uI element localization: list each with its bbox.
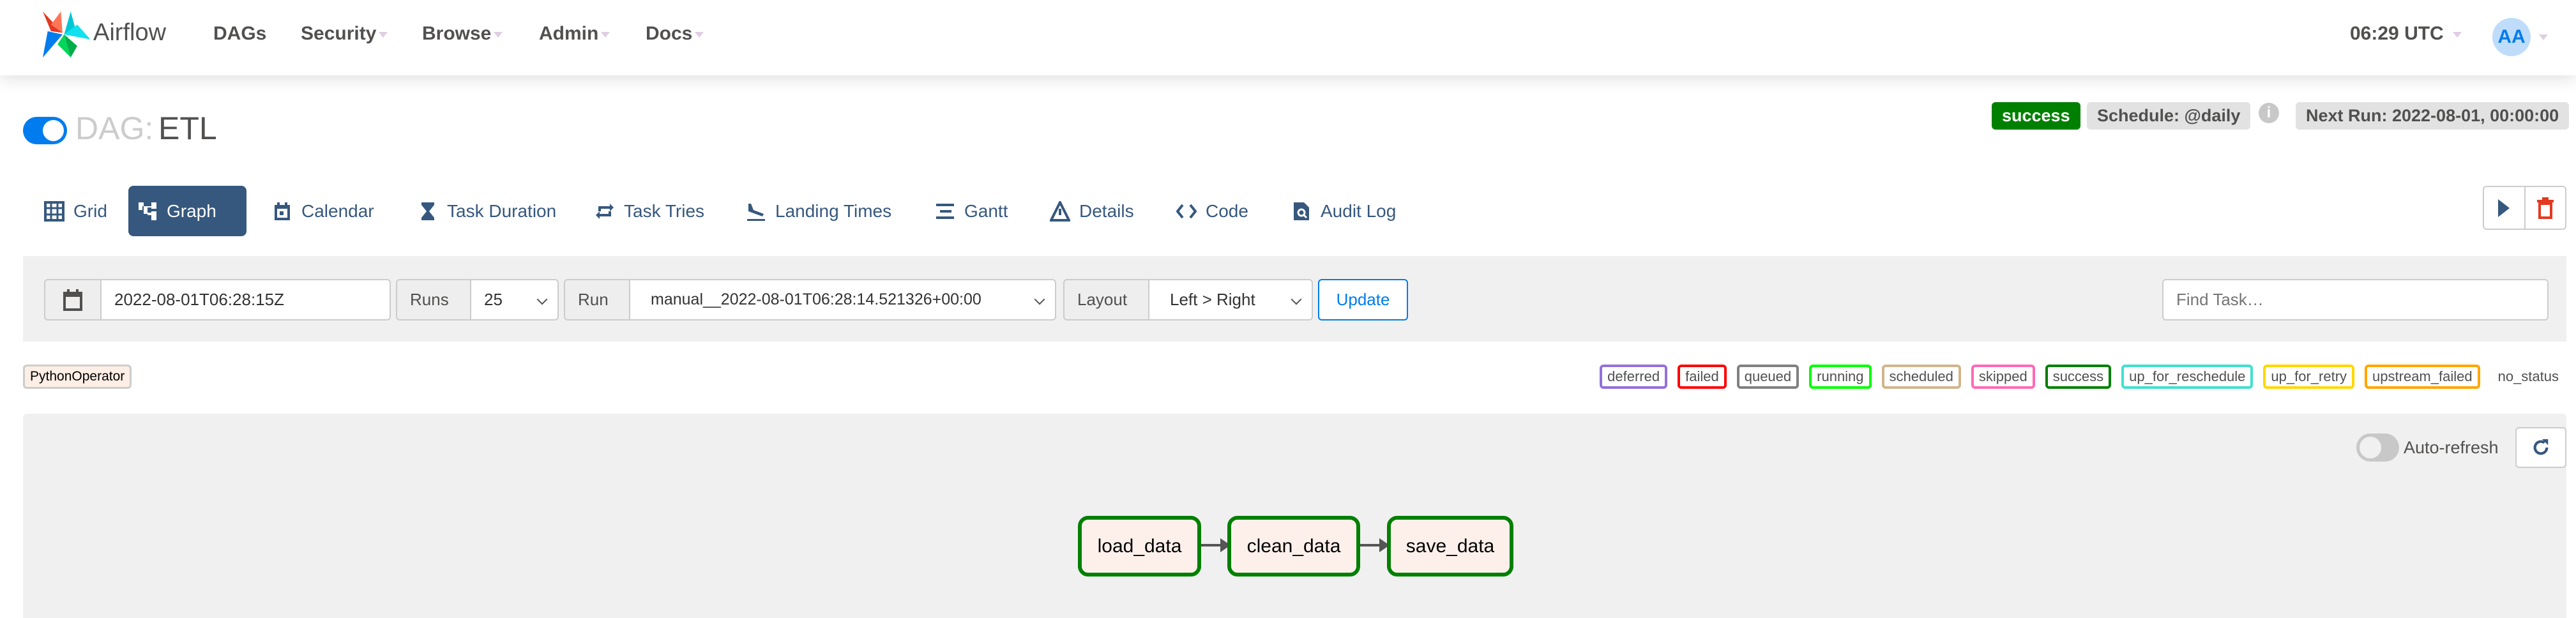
next-run-badge: Next Run: 2022-08-01, 00:00:00 <box>2296 102 2570 130</box>
tab-label: Task Tries <box>624 200 705 221</box>
nav-admin[interactable]: Admin <box>539 23 610 45</box>
trigger-dag-button[interactable] <box>2484 187 2526 229</box>
state-legend: deferred failed queued running scheduled… <box>1600 365 2566 389</box>
tab-label: Graph <box>167 200 216 221</box>
grid-icon <box>44 200 64 222</box>
tab-label: Code <box>1206 200 1248 221</box>
delete-dag-button[interactable] <box>2526 187 2566 229</box>
dag-actions <box>2483 186 2566 230</box>
nav-security-label: Security <box>301 23 377 44</box>
gantt-icon <box>936 203 954 219</box>
tab-task-duration[interactable]: Task Duration <box>409 186 565 236</box>
tab-label: Landing Times <box>775 200 892 221</box>
nav-dags[interactable]: DAGs <box>213 23 266 45</box>
graph-filter-bar: 2022-08-01T06:28:15Z Runs 25 Run manual_… <box>23 256 2566 342</box>
nav-security[interactable]: Security <box>301 23 388 45</box>
dag-title: ETL <box>158 110 217 146</box>
warning-triangle-icon <box>1050 200 1070 222</box>
tab-label: Task Duration <box>447 200 557 221</box>
trash-icon <box>2536 197 2554 219</box>
task-node-save-data[interactable]: save_data <box>1387 516 1513 577</box>
layout-label: Layout <box>1063 279 1149 320</box>
current-time: 06:29 UTC <box>2350 23 2444 44</box>
brand-name[interactable]: Airflow <box>93 19 166 47</box>
auto-refresh-label: Auto-refresh <box>2404 438 2499 457</box>
runs-select[interactable]: 25 <box>470 279 559 320</box>
caret-down-icon <box>695 31 704 38</box>
tab-code[interactable]: Code <box>1167 186 1257 236</box>
hourglass-icon <box>421 202 434 220</box>
nav-browse[interactable]: Browse <box>422 23 503 45</box>
graph-icon <box>139 202 156 220</box>
dag-title-prefix: DAG: <box>75 110 154 146</box>
find-task-input[interactable] <box>2162 279 2549 320</box>
state-up-for-reschedule: up_for_reschedule <box>2121 365 2254 389</box>
tab-label: Details <box>1079 200 1134 221</box>
file-search-icon <box>1294 202 1309 220</box>
info-icon[interactable]: i <box>2259 103 2279 123</box>
tab-details[interactable]: Details <box>1041 186 1143 236</box>
auto-refresh-toggle[interactable] <box>2356 433 2399 462</box>
tab-gantt[interactable]: Gantt <box>926 186 1017 236</box>
play-icon <box>2498 199 2510 217</box>
state-queued: queued <box>1736 365 1799 389</box>
state-deferred: deferred <box>1600 365 1668 389</box>
task-node-clean-data[interactable]: clean_data <box>1227 516 1360 577</box>
caret-down-icon <box>2452 31 2462 38</box>
state-scheduled: scheduled <box>1881 365 1961 389</box>
operator-legend-pythonoperator: PythonOperator <box>23 365 132 389</box>
schedule-badge: Schedule: @daily <box>2087 102 2251 130</box>
task-node-load-data[interactable]: load_data <box>1078 516 1201 577</box>
state-upstream-failed: upstream_failed <box>2365 365 2480 389</box>
calendar-icon <box>63 289 82 311</box>
update-button[interactable]: Update <box>1318 279 1408 320</box>
plane-landing-icon <box>747 203 765 221</box>
runs-label: Runs <box>396 279 471 320</box>
time-dropdown[interactable]: 06:29 UTC <box>2350 23 2462 45</box>
state-running: running <box>1809 365 1872 389</box>
airflow-logo-icon[interactable] <box>41 11 91 57</box>
tab-label: Grid <box>73 200 107 221</box>
caret-down-icon <box>379 31 388 38</box>
caret-down-icon[interactable] <box>2539 34 2548 40</box>
state-skipped: skipped <box>1971 365 2035 389</box>
base-date-input[interactable]: 2022-08-01T06:28:15Z <box>100 279 391 320</box>
tab-audit-log[interactable]: Audit Log <box>1282 186 1405 236</box>
tab-calendar[interactable]: Calendar <box>263 186 383 236</box>
code-icon <box>1176 204 1197 218</box>
caret-down-icon <box>601 31 610 38</box>
nav-admin-label: Admin <box>539 23 599 44</box>
dag-status-badge: success <box>1992 102 2080 130</box>
layout-select[interactable]: Left > Right <box>1148 279 1313 320</box>
caret-down-icon <box>494 31 503 38</box>
tab-graph[interactable]: Graph <box>128 186 246 236</box>
calendar-icon <box>275 202 290 220</box>
tab-grid[interactable]: Grid <box>35 186 116 236</box>
nav-browse-label: Browse <box>422 23 492 44</box>
tab-label: Gantt <box>964 200 1008 221</box>
graph-canvas[interactable]: Auto-refresh load_data clean_data save_d… <box>23 414 2566 618</box>
state-success: success <box>2045 365 2112 389</box>
refresh-button[interactable] <box>2515 427 2566 468</box>
nav-docs-label: Docs <box>646 23 693 44</box>
refresh-icon <box>2533 439 2549 455</box>
tab-task-tries[interactable]: Task Tries <box>586 186 713 236</box>
dag-pause-toggle[interactable] <box>23 117 67 144</box>
run-label: Run <box>564 279 630 320</box>
state-up-for-retry: up_for_retry <box>2263 365 2355 389</box>
tab-label: Audit Log <box>1321 200 1397 221</box>
repeat-icon <box>596 203 614 219</box>
nav-docs[interactable]: Docs <box>646 23 704 45</box>
base-date-picker-button[interactable] <box>44 279 102 320</box>
tab-landing-times[interactable]: Landing Times <box>737 186 900 236</box>
edge-arrow <box>1360 538 1390 552</box>
avatar[interactable]: AA <box>2492 18 2531 56</box>
top-navbar: Airflow DAGs Security Browse Admin Docs … <box>0 0 2576 75</box>
edge-arrow <box>1201 538 1231 552</box>
state-failed: failed <box>1678 365 1727 389</box>
run-select[interactable]: manual__2022-08-01T06:28:14.521326+00:00 <box>629 279 1056 320</box>
tab-label: Calendar <box>301 200 374 221</box>
state-no-status: no_status <box>2497 368 2559 384</box>
